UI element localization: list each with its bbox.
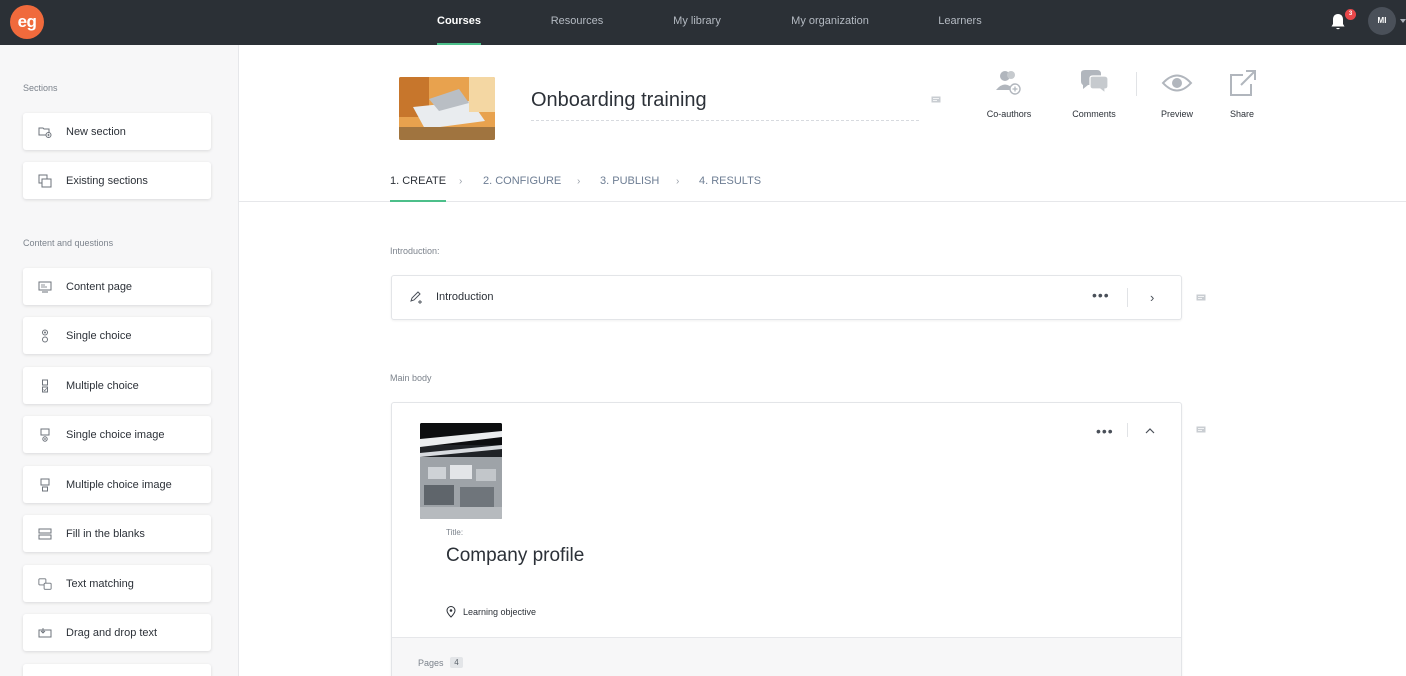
logo-text: eg xyxy=(17,12,37,31)
learning-objective-button[interactable]: Learning objective xyxy=(446,606,536,618)
text-matching-label: Text matching xyxy=(66,577,134,590)
chevron-right-icon: › xyxy=(577,176,581,187)
chevron-up-icon[interactable] xyxy=(1145,427,1155,434)
coauthors-icon xyxy=(980,67,1038,99)
content-page-button[interactable]: Content page xyxy=(23,268,211,305)
section-title-input[interactable]: Company profile xyxy=(446,545,584,567)
drag-drop-text-button[interactable]: Drag and drop text xyxy=(23,614,211,651)
share-button[interactable]: Share xyxy=(1222,67,1262,119)
coauthors-button[interactable]: Co-authors xyxy=(980,67,1038,119)
new-section-button[interactable]: New section xyxy=(23,113,211,150)
content-page-icon xyxy=(38,280,52,294)
fill-blanks-label: Fill in the blanks xyxy=(66,527,145,540)
sidebar: Sections New section Existing sections C… xyxy=(0,45,239,676)
comment-icon[interactable] xyxy=(1196,426,1206,434)
more-options-icon[interactable]: ••• xyxy=(1096,423,1114,439)
multiple-choice-button[interactable]: Multiple choice xyxy=(23,367,211,404)
single-choice-button[interactable]: Single choice xyxy=(23,317,211,354)
fill-blanks-icon xyxy=(38,527,52,541)
user-avatar[interactable]: MI xyxy=(1368,7,1396,35)
multiple-choice-icon xyxy=(38,379,52,393)
chevron-down-icon[interactable] xyxy=(1400,19,1406,23)
preview-label: Preview xyxy=(1160,109,1193,119)
introduction-label: Introduction xyxy=(436,291,494,303)
more-items-button[interactable] xyxy=(23,664,211,676)
new-section-label: New section xyxy=(66,125,126,138)
card-divider xyxy=(1127,423,1128,437)
nav-learners[interactable]: Learners xyxy=(937,0,983,45)
section-image[interactable] xyxy=(420,423,502,519)
bell-icon[interactable] xyxy=(1330,13,1346,31)
pages-bar: Pages 4 xyxy=(392,637,1181,676)
course-thumbnail[interactable] xyxy=(399,77,495,140)
sections-heading: Sections xyxy=(23,83,58,93)
coauthors-label: Co-authors xyxy=(986,109,1032,119)
introduction-heading: Introduction: xyxy=(390,246,440,256)
nav-my-organization[interactable]: My organization xyxy=(790,0,870,45)
nav-resources[interactable]: Resources xyxy=(549,0,605,45)
chevron-right-icon: › xyxy=(676,176,680,187)
single-choice-image-button[interactable]: Single choice image xyxy=(23,416,211,453)
step-configure[interactable]: 2. CONFIGURE xyxy=(483,175,561,187)
comments-label: Comments xyxy=(1072,109,1116,119)
multiple-choice-image-label: Multiple choice image xyxy=(66,478,172,491)
chevron-right-icon[interactable]: › xyxy=(1150,290,1154,305)
multiple-choice-image-icon xyxy=(38,478,52,492)
preview-button[interactable]: Preview xyxy=(1155,67,1199,119)
existing-sections-icon xyxy=(38,174,52,188)
nav-courses[interactable]: Courses xyxy=(437,0,481,45)
comments-icon xyxy=(1068,67,1120,99)
nav-my-library[interactable]: My library xyxy=(671,0,723,45)
section-card: ••• Title: Company profile Learning obje… xyxy=(391,402,1182,676)
text-matching-icon xyxy=(38,577,52,591)
drag-drop-icon xyxy=(38,626,52,640)
comment-icon[interactable] xyxy=(1196,294,1206,302)
step-create[interactable]: 1. CREATE xyxy=(390,175,447,202)
introduction-card[interactable]: Introduction ••• › xyxy=(391,275,1182,320)
comments-button[interactable]: Comments xyxy=(1068,67,1120,119)
existing-sections-button[interactable]: Existing sections xyxy=(23,162,211,199)
title-caption: Title: xyxy=(446,528,464,537)
edit-pen-icon xyxy=(410,291,422,304)
app-logo[interactable]: eg xyxy=(10,5,44,39)
multiple-choice-image-button[interactable]: Multiple choice image xyxy=(23,466,211,503)
text-matching-button[interactable]: Text matching xyxy=(23,565,211,602)
card-divider xyxy=(1127,288,1128,307)
chevron-right-icon: › xyxy=(459,176,463,187)
course-title-input[interactable]: Onboarding training xyxy=(531,89,919,121)
notification-badge: 3 xyxy=(1345,9,1356,20)
existing-sections-label: Existing sections xyxy=(66,174,148,187)
main-body-heading: Main body xyxy=(390,373,432,383)
single-choice-label: Single choice xyxy=(66,329,132,342)
eye-icon xyxy=(1155,67,1199,99)
content-page-label: Content page xyxy=(66,280,133,293)
new-section-icon xyxy=(38,125,52,139)
fill-blanks-button[interactable]: Fill in the blanks xyxy=(23,515,211,552)
drag-drop-text-label: Drag and drop text xyxy=(66,626,158,639)
content-questions-heading: Content and questions xyxy=(23,238,114,248)
more-options-icon[interactable]: ••• xyxy=(1092,287,1110,303)
single-choice-icon xyxy=(38,329,52,343)
multiple-choice-label: Multiple choice xyxy=(66,379,139,392)
pages-label: Pages xyxy=(418,658,444,668)
location-pin-icon xyxy=(446,606,456,618)
share-label: Share xyxy=(1229,109,1255,119)
top-navigation-bar: eg Courses Resources My library My organ… xyxy=(0,0,1406,45)
step-publish[interactable]: 3. PUBLISH xyxy=(600,175,659,187)
share-icon xyxy=(1222,67,1262,99)
actions-divider xyxy=(1136,72,1137,96)
single-choice-image-icon xyxy=(38,428,52,442)
single-choice-image-label: Single choice image xyxy=(66,428,165,441)
learning-objective-label: Learning objective xyxy=(463,607,537,617)
step-results[interactable]: 4. RESULTS xyxy=(699,175,761,187)
pages-count-badge: 4 xyxy=(450,657,463,668)
comment-icon[interactable] xyxy=(931,96,941,104)
